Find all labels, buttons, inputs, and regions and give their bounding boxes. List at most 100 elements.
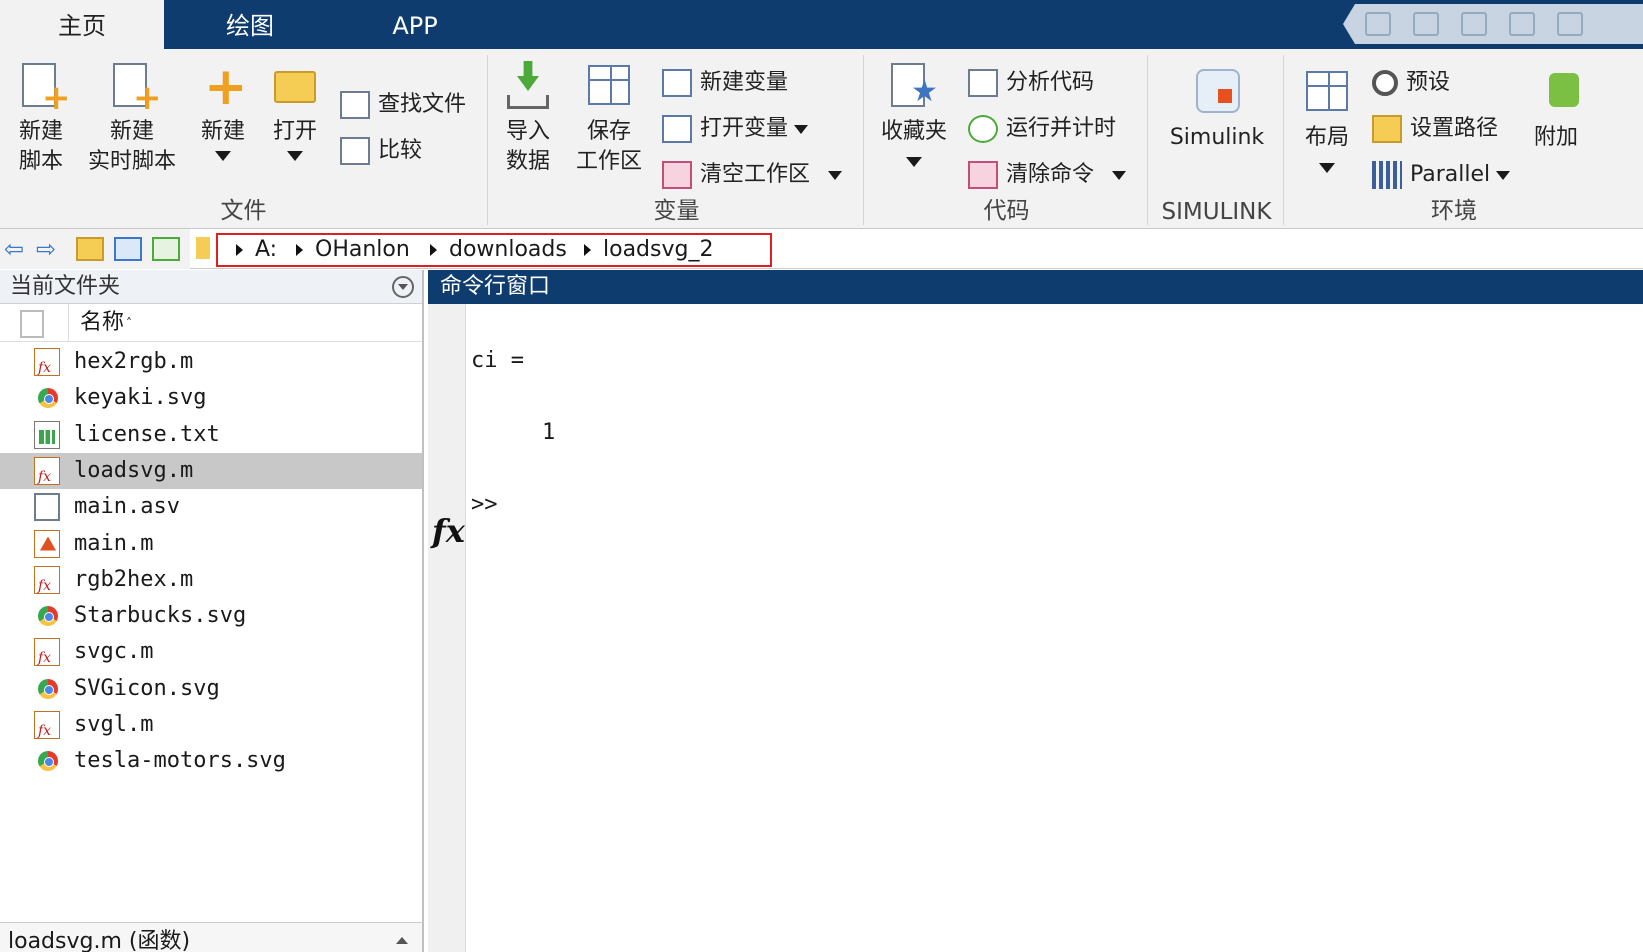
file-list-item[interactable]: loadsvg.m xyxy=(0,452,422,495)
fx-icon[interactable]: fx xyxy=(432,512,465,550)
chevron-right-icon xyxy=(236,244,243,256)
text-file-icon xyxy=(34,420,60,449)
file-list-item[interactable]: license.txt xyxy=(0,417,422,453)
panel-menu-icon[interactable] xyxy=(392,276,414,298)
compare-button[interactable]: 比较 xyxy=(340,133,422,169)
file-name: svgl.m xyxy=(74,712,154,737)
simulink-button[interactable]: Simulink xyxy=(1160,67,1274,153)
chevron-right-icon xyxy=(296,244,303,256)
file-list-item[interactable]: svgl.m xyxy=(0,707,422,749)
paste-icon[interactable] xyxy=(1509,12,1535,36)
file-list-item[interactable]: rgb2hex.m xyxy=(0,562,422,604)
chevron-right-icon xyxy=(584,244,591,256)
file-list-item[interactable]: Starbucks.svg xyxy=(0,598,422,634)
details-panel[interactable]: loadsvg.m (函数) xyxy=(0,922,422,952)
file-list-item[interactable]: main.asv xyxy=(0,489,422,525)
run-and-time-button[interactable]: 运行并计时 xyxy=(968,111,1116,147)
file-list: hex2rgb.m keyaki.svg license.txt loadsvg.m m… xyxy=(0,344,422,884)
gear-icon xyxy=(1372,70,1398,96)
name-column-header[interactable]: 名称 ˄ xyxy=(80,304,132,342)
file-type-column-icon[interactable] xyxy=(20,310,44,338)
preferences-button[interactable]: 预设 xyxy=(1372,65,1450,101)
breadcrumb[interactable]: A: OHanlon downloads loadsvg_2 xyxy=(216,233,772,267)
new-script-button[interactable]: + 新建 脚本 xyxy=(6,61,76,177)
layout-icon xyxy=(1302,67,1352,117)
import-data-button[interactable]: 导入 数据 xyxy=(496,61,560,177)
file-section-title: 文件 xyxy=(220,198,267,224)
file-list-item[interactable]: tesla-motors.svg xyxy=(0,743,422,779)
new-plus-icon: + xyxy=(204,57,248,117)
undo-icon[interactable] xyxy=(1557,12,1583,36)
import-data-icon xyxy=(503,61,553,111)
blank-file-icon xyxy=(34,493,60,522)
file-list-item[interactable]: svgc.m xyxy=(0,634,422,676)
parallel-button[interactable]: Parallel xyxy=(1372,157,1511,193)
file-name: svgc.m xyxy=(74,639,154,665)
file-name: SVGicon.svg xyxy=(74,675,220,701)
new-button[interactable]: + 新建 xyxy=(190,61,256,161)
svg-file-icon xyxy=(38,388,58,409)
back-arrow-icon[interactable]: ⇦ xyxy=(4,237,24,261)
chevron-down-icon xyxy=(828,170,843,180)
file-name: tesla-motors.svg xyxy=(74,748,286,774)
path-folder-icon xyxy=(196,237,210,259)
command-window-title: 命令行窗口 xyxy=(428,270,1643,304)
copy-icon[interactable] xyxy=(1461,12,1487,36)
breadcrumb-item[interactable]: loadsvg_2 xyxy=(584,235,713,265)
save-workspace-button[interactable]: 保存 工作区 xyxy=(568,61,650,177)
breadcrumb-item[interactable]: downloads xyxy=(430,235,567,265)
simulink-section-title: SIMULINK xyxy=(1161,199,1272,225)
sort-ascending-icon: ˄ xyxy=(126,316,133,330)
open-variable-icon xyxy=(662,115,692,143)
breadcrumb-item[interactable]: A: xyxy=(236,235,277,265)
simulink-section: Simulink SIMULINK xyxy=(1150,55,1284,225)
parallel-icon xyxy=(1372,161,1402,189)
new-variable-button[interactable]: 新建变量 xyxy=(662,65,788,101)
set-path-button[interactable]: 设置路径 xyxy=(1372,111,1498,147)
clear-workspace-button[interactable]: 清空工作区 xyxy=(662,157,843,193)
save-icon[interactable] xyxy=(1365,12,1391,36)
script-file-icon xyxy=(34,529,60,558)
analyze-code-icon xyxy=(968,69,998,97)
code-section: ★ 收藏夹 分析代码 运行并计时 清除命令 代码 xyxy=(866,55,1148,225)
eraser-icon xyxy=(968,161,998,189)
command-prompt[interactable]: >> xyxy=(471,492,498,517)
environment-section: 布局 预设 设置路径 Parallel 附加 环境 xyxy=(1286,55,1643,225)
tab-plots[interactable]: 绘图 xyxy=(170,0,330,49)
file-list-item[interactable]: main.m xyxy=(0,526,422,562)
file-list-item[interactable]: keyaki.svg xyxy=(0,380,422,416)
open-variable-button[interactable]: 打开变量 xyxy=(662,111,809,147)
find-files-button[interactable]: 查找文件 xyxy=(340,87,466,123)
file-list-item[interactable]: hex2rgb.m xyxy=(0,344,422,386)
forward-arrow-icon[interactable]: ⇨ xyxy=(36,237,56,261)
open-button[interactable]: 打开 xyxy=(262,61,328,161)
favorites-button[interactable]: ★ 收藏夹 xyxy=(874,61,954,167)
save-workspace-icon xyxy=(584,61,634,111)
tab-home[interactable]: 主页 xyxy=(0,0,164,49)
chevron-up-icon[interactable] xyxy=(396,937,408,944)
favorites-icon: ★ xyxy=(889,61,939,111)
function-file-icon xyxy=(34,565,60,604)
tab-apps[interactable]: APP xyxy=(340,0,490,49)
output-line: ci = xyxy=(471,348,524,373)
layout-button[interactable]: 布局 xyxy=(1294,67,1360,173)
environment-section-title: 环境 xyxy=(1431,198,1477,224)
analyze-code-button[interactable]: 分析代码 xyxy=(968,65,1094,101)
code-section-title: 代码 xyxy=(983,198,1030,224)
up-folder-icon[interactable] xyxy=(76,237,104,261)
file-list-item[interactable]: SVGicon.svg xyxy=(0,671,422,707)
cut-icon[interactable] xyxy=(1413,12,1439,36)
chevron-down-icon xyxy=(287,151,303,161)
refresh-folder-icon[interactable] xyxy=(152,237,180,261)
variable-section-title: 变量 xyxy=(653,198,700,224)
breadcrumb-item[interactable]: OHanlon xyxy=(296,235,410,265)
clear-commands-button[interactable]: 清除命令 xyxy=(968,157,1127,193)
svg-file-icon xyxy=(38,678,58,699)
browse-folder-icon[interactable] xyxy=(114,237,142,261)
file-name: license.txt xyxy=(74,421,220,447)
file-section: + 新建 脚本 + 新建 实时脚本 + 新建 打开 查找文件 比较 文件 xyxy=(0,55,488,225)
function-file-icon xyxy=(34,638,60,676)
new-live-script-icon: + xyxy=(107,61,162,115)
addons-button[interactable]: 附加 xyxy=(1526,67,1586,153)
new-live-script-button[interactable]: + 新建 实时脚本 xyxy=(82,61,182,177)
